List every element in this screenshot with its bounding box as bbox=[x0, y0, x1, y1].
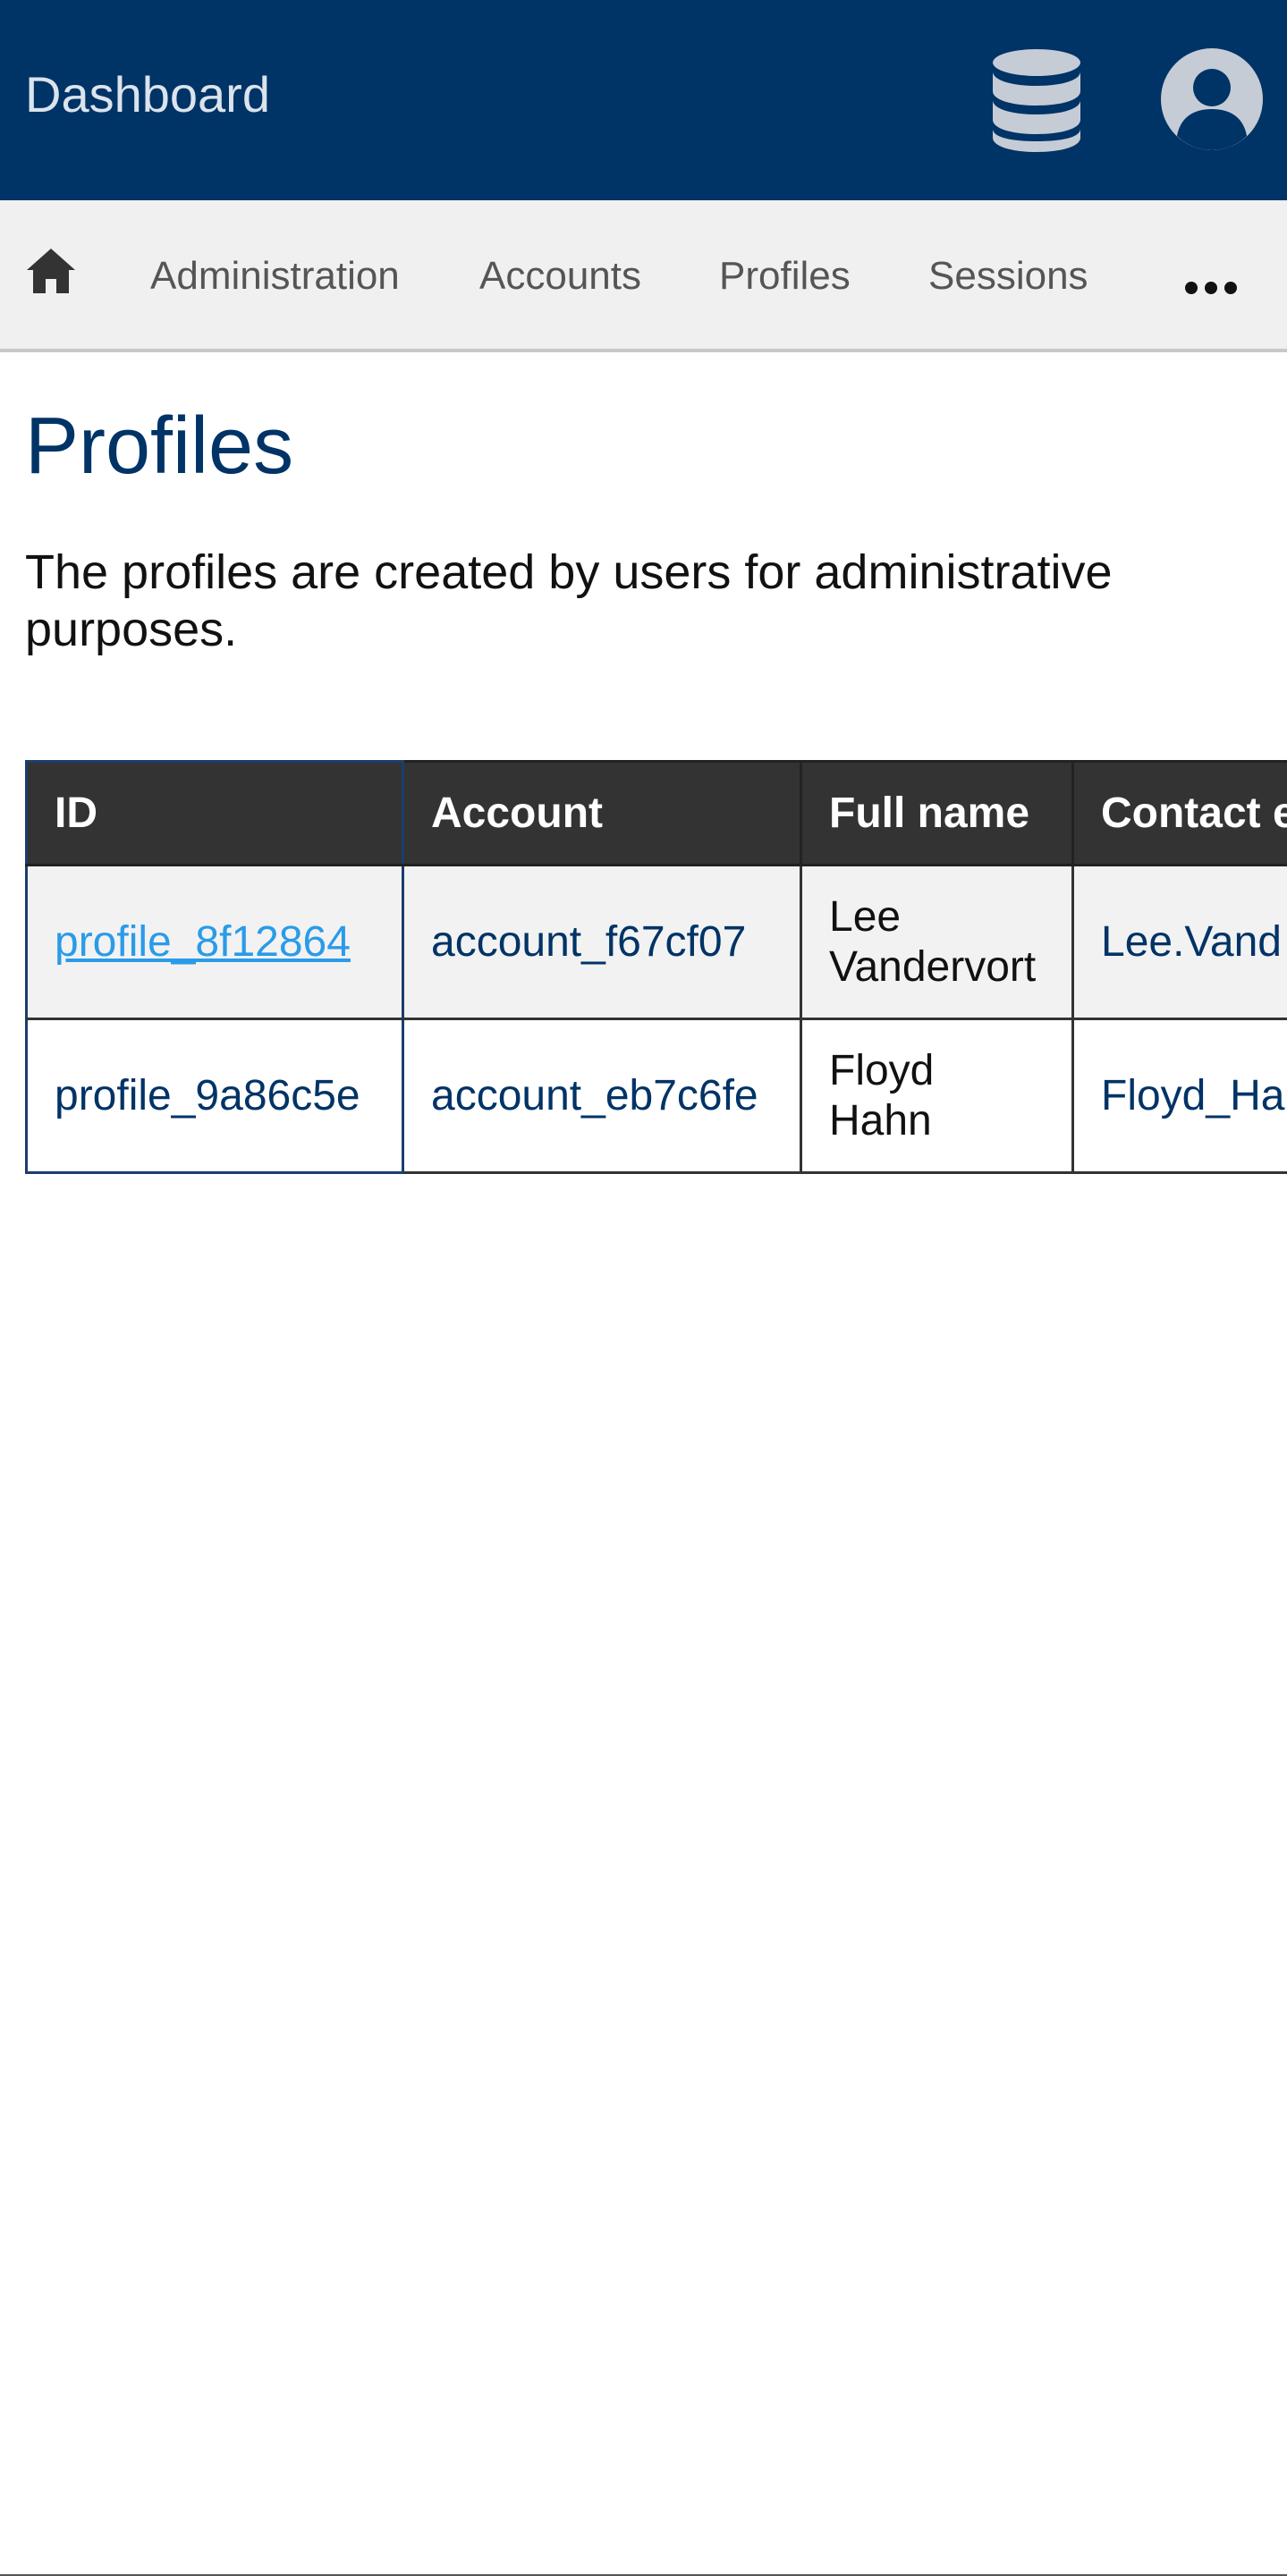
column-header-full-name[interactable]: Full name bbox=[800, 760, 1074, 866]
main-nav: Administration Accounts Profiles Session… bbox=[0, 200, 1287, 352]
table-row: profile_8f12864 account_f67cf07 Lee Vand… bbox=[25, 864, 1287, 1020]
table-header-row: ID Account Full name Contact e bbox=[25, 760, 1287, 866]
nav-item-profiles[interactable]: Profiles bbox=[719, 252, 851, 300]
more-horizontal-icon[interactable] bbox=[1184, 281, 1238, 295]
nav-item-sessions[interactable]: Sessions bbox=[928, 252, 1088, 300]
profile-id-link[interactable]: profile_8f12864 bbox=[55, 918, 351, 966]
cell-full-name: Lee Vandervort bbox=[800, 864, 1074, 1020]
column-header-account[interactable]: Account bbox=[402, 760, 802, 866]
nav-item-accounts[interactable]: Accounts bbox=[479, 252, 641, 300]
cell-contact: Floyd_Ha bbox=[1071, 1018, 1287, 1174]
nav-item-administration[interactable]: Administration bbox=[150, 252, 400, 300]
table-row: profile_9a86c5e account_eb7c6fe Floyd Ha… bbox=[25, 1018, 1287, 1174]
profiles-table-container[interactable]: ID Account Full name Contact e profile_8… bbox=[25, 760, 1287, 1177]
user-circle-icon[interactable] bbox=[1161, 48, 1263, 150]
cell-full-name: Floyd Hahn bbox=[800, 1018, 1074, 1174]
cell-id: profile_8f12864 bbox=[25, 864, 404, 1020]
column-header-contact[interactable]: Contact e bbox=[1071, 760, 1287, 866]
app-title[interactable]: Dashboard bbox=[25, 66, 270, 123]
cell-account: account_eb7c6fe bbox=[402, 1018, 802, 1174]
home-icon[interactable] bbox=[25, 245, 77, 297]
profiles-table: ID Account Full name Contact e profile_8… bbox=[25, 760, 1287, 1174]
page-title: Profiles bbox=[25, 401, 294, 491]
cell-id[interactable]: profile_9a86c5e bbox=[25, 1018, 404, 1174]
database-icon[interactable] bbox=[991, 48, 1082, 152]
column-header-id[interactable]: ID bbox=[25, 760, 404, 866]
page-description: The profiles are created by users for ad… bbox=[25, 545, 1113, 656]
top-app-bar: Dashboard bbox=[0, 0, 1287, 200]
cell-contact: Lee.Vand bbox=[1071, 864, 1287, 1020]
cell-account: account_f67cf07 bbox=[402, 864, 802, 1020]
